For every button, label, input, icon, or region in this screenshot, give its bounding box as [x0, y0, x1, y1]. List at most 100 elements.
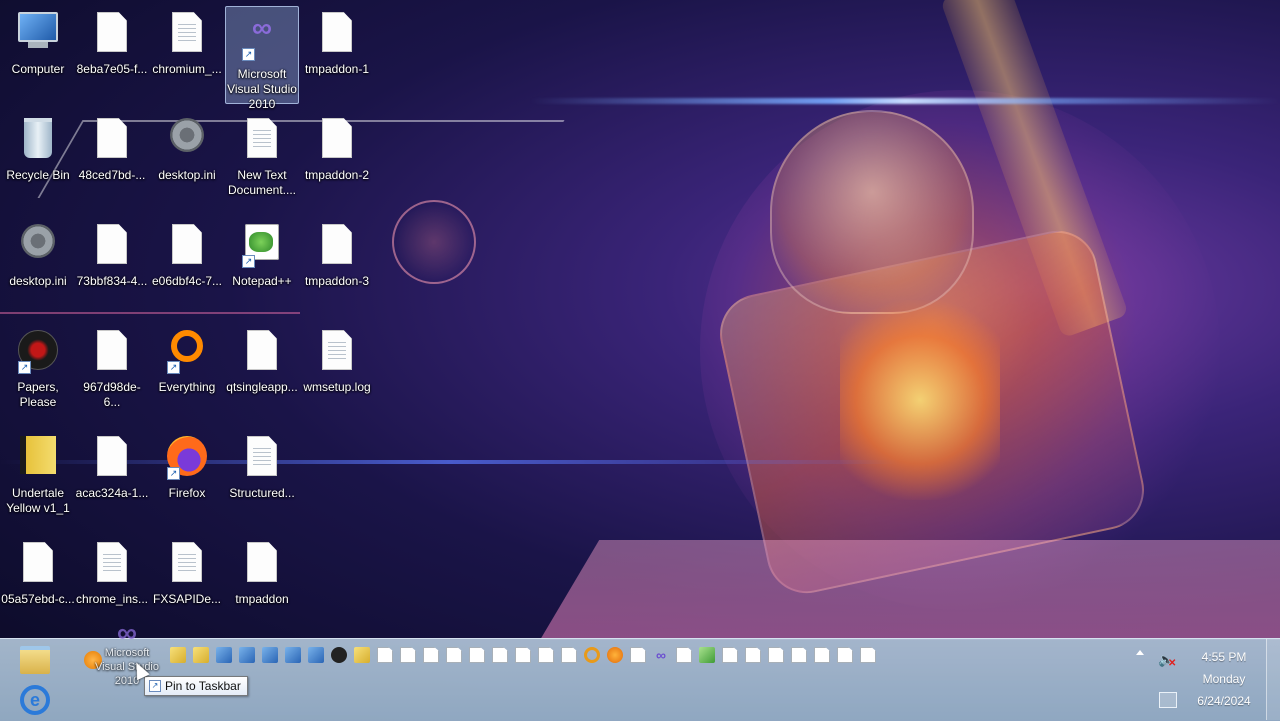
document-icon[interactable]: [446, 647, 462, 663]
desktop-icon-label: tmpaddon-1: [304, 62, 370, 76]
computer-icon: [18, 12, 58, 56]
desktop-icon-recycle-bin[interactable]: Recycle Bin: [0, 112, 76, 212]
document-icon: [92, 436, 132, 480]
desktop-icon-visual-studio-2010[interactable]: ∞ ↗ Microsoft Visual Studio 2010: [225, 6, 299, 111]
document-icon[interactable]: [423, 647, 439, 663]
papers-please-icon[interactable]: [331, 647, 347, 663]
desktop-icon-label: acac324a-1...: [75, 486, 149, 500]
desktop-icon-label: 05a57ebd-c...: [1, 592, 75, 606]
taskbar-clock[interactable]: 4:55 PM Monday 6/24/2024: [1190, 646, 1258, 712]
notes-icon[interactable]: [193, 647, 209, 663]
desktop-icon-undertale-yellow[interactable]: Undertale Yellow v1_1: [0, 430, 76, 530]
desktop-icon-file[interactable]: New Text Document....: [224, 112, 300, 212]
desktop-icon-label: tmpaddon-3: [304, 274, 370, 288]
desktop-icon-file[interactable]: 05a57ebd-c...: [0, 536, 76, 636]
desktop-icon-file[interactable]: wmsetup.log: [299, 324, 375, 424]
display-icon[interactable]: [308, 647, 324, 663]
tooltip-text: Pin to Taskbar: [165, 679, 241, 693]
desktop-icon-file[interactable]: desktop.ini: [0, 218, 76, 318]
document-icon[interactable]: [745, 647, 761, 663]
monitor-icon[interactable]: [216, 647, 232, 663]
document-icon: [317, 224, 357, 268]
document-icon[interactable]: [469, 647, 485, 663]
firefox-icon[interactable]: [607, 647, 623, 663]
desktop-icon-file[interactable]: tmpaddon-3: [299, 218, 375, 318]
document-icon[interactable]: [814, 647, 830, 663]
desktop-icon-computer[interactable]: Computer: [0, 6, 76, 106]
desktop-icon-notepad-plus-plus[interactable]: ↗ Notepad++: [224, 218, 300, 318]
desktop-icon-label: tmpaddon-2: [304, 168, 370, 182]
desktop-icon-label: chrome_ins...: [75, 592, 149, 606]
wallpaper-light-streak: [530, 98, 1280, 104]
document-icon: [92, 224, 132, 268]
visual-studio-icon[interactable]: ∞: [653, 647, 669, 663]
desktop-icon-everything[interactable]: ↗ Everything: [149, 324, 225, 424]
document-icon[interactable]: [400, 647, 416, 663]
document-icon[interactable]: [492, 647, 508, 663]
desktop-icon-file[interactable]: chromium_...: [149, 6, 225, 106]
text-document-icon: [242, 436, 282, 480]
desktop-icon-file[interactable]: acac324a-1...: [74, 430, 150, 530]
everything-search-icon: ↗: [167, 330, 207, 374]
desktop-icon-firefox[interactable]: ↗ Firefox: [149, 430, 225, 530]
folder-icon[interactable]: [354, 647, 370, 663]
folder-icon: [18, 436, 58, 480]
clock-day: Monday: [1202, 672, 1246, 686]
text-document-icon[interactable]: [676, 647, 692, 663]
show-hidden-icons-chevron-up-icon[interactable]: [1136, 650, 1144, 655]
desktop-icon-file[interactable]: Structured...: [224, 430, 300, 530]
desktop-icon-file[interactable]: 48ced7bd-...: [74, 112, 150, 212]
text-document-icon: [317, 330, 357, 374]
desktop-icon-label: Structured...: [229, 486, 295, 500]
remote-desktop-icon[interactable]: [262, 647, 278, 663]
notepad-plus-plus-icon[interactable]: [699, 647, 715, 663]
network-icon[interactable]: [1159, 692, 1177, 708]
text-document-icon[interactable]: [630, 647, 646, 663]
desktop-icon-file[interactable]: 73bbf834-4...: [74, 218, 150, 318]
everything-search-icon[interactable]: [584, 647, 600, 663]
shortcut-arrow-icon: ↗: [149, 680, 161, 692]
document-icon[interactable]: [722, 647, 738, 663]
network-icon[interactable]: [239, 647, 255, 663]
taskbar-explorer-button[interactable]: [18, 645, 52, 675]
document-icon[interactable]: [791, 647, 807, 663]
desktop-icon-label: Recycle Bin: [6, 168, 70, 182]
document-icon[interactable]: [377, 647, 393, 663]
document-icon: [242, 330, 282, 374]
document-icon: [92, 12, 132, 56]
shortcut-arrow-icon: ↗: [167, 467, 180, 480]
wallpaper-robot-dome: [770, 110, 974, 314]
text-document-icon[interactable]: [561, 647, 577, 663]
show-desktop-button[interactable]: [1266, 639, 1280, 720]
recycle-bin-icon[interactable]: [285, 647, 301, 663]
document-icon[interactable]: [837, 647, 853, 663]
desktop-icon-file[interactable]: tmpaddon: [224, 536, 300, 636]
desktop-icon-file[interactable]: 8eba7e05-f...: [74, 6, 150, 106]
desktop-icon-file[interactable]: tmpaddon-1: [299, 6, 375, 106]
visual-studio-icon: ∞ ↗: [242, 14, 282, 61]
text-document-icon[interactable]: [860, 647, 876, 663]
desktop-icon-papers-please[interactable]: ↗ Papers, Please: [0, 324, 76, 424]
volume-muted-icon[interactable]: 🔈 ✕: [1158, 652, 1176, 669]
desktop-icon-file[interactable]: tmpaddon-2: [299, 112, 375, 212]
desktop-icon-file[interactable]: 967d98de-6...: [74, 324, 150, 424]
desktop-icon-label: Papers, Please: [17, 380, 59, 409]
recycle-bin-icon: [18, 118, 58, 162]
document-icon: [317, 118, 357, 162]
text-document-icon[interactable]: [538, 647, 554, 663]
desktop-icon-label: Undertale Yellow v1_1: [6, 486, 70, 515]
desktop-icon-label: tmpaddon: [235, 592, 289, 606]
document-icon: [92, 330, 132, 374]
text-document-icon[interactable]: [515, 647, 531, 663]
desktop-icon-label: qtsingleapp...: [226, 380, 298, 394]
text-document-icon: [242, 118, 282, 162]
desktop-icon-file[interactable]: qtsingleapp...: [224, 324, 300, 424]
desktop-icon-file[interactable]: desktop.ini: [149, 112, 225, 212]
notepad-plus-plus-icon: ↗: [242, 224, 282, 268]
folder-icon[interactable]: [170, 647, 186, 663]
desktop-icon-file[interactable]: e06dbf4c-7...: [149, 218, 225, 318]
shortcut-arrow-icon: ↗: [242, 255, 255, 268]
document-icon[interactable]: [768, 647, 784, 663]
taskbar-internet-explorer-button[interactable]: e: [18, 683, 52, 717]
wallpaper-robot-base: [540, 540, 1280, 640]
